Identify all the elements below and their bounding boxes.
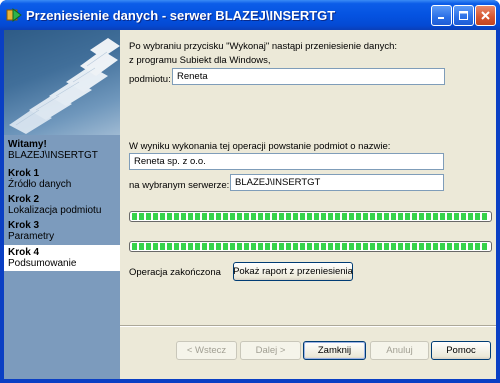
step-subtitle: BLAZEJ\INSERTGT — [8, 150, 98, 161]
title-bar[interactable]: Przeniesienie danych - serwer BLAZEJ\INS… — [0, 0, 500, 30]
status-text: Operacja zakończona — [129, 267, 221, 278]
new-subject-name-field[interactable]: Reneta sp. z o.o. — [129, 153, 444, 170]
step-subtitle: Źródło danych — [8, 179, 72, 190]
step-3: Krok 3 Parametry — [4, 220, 120, 244]
wizard-steps: Witamy! BLAZEJ\INSERTGT Krok 1 Źródło da… — [4, 135, 120, 379]
step-subtitle: Parametry — [8, 231, 55, 242]
wizard-main-panel: Po wybraniu przycisku "Wykonaj" nastąpi … — [120, 30, 496, 379]
step-welcome: Witamy! BLAZEJ\INSERTGT — [4, 139, 120, 165]
server-label: na wybranym serwerze: — [129, 180, 230, 191]
step-2: Krok 2 Lokalizacja podmiotu — [4, 194, 120, 218]
window-title: Przeniesienie danych - serwer BLAZEJ\INS… — [26, 8, 336, 23]
progress-bar-2 — [129, 241, 492, 252]
progress-fill-1 — [132, 213, 489, 220]
back-button[interactable]: < Wstecz — [176, 341, 237, 360]
step-4-active: Krok 4 Podsumowanie — [4, 245, 120, 271]
step-title: Witamy! — [8, 139, 47, 150]
intro-text-2: z programu Subiekt dla Windows, — [129, 55, 271, 66]
help-button[interactable]: Pomoc — [431, 341, 491, 360]
maximize-icon — [459, 11, 468, 20]
maximize-button[interactable] — [453, 5, 474, 26]
separator — [120, 325, 496, 327]
step-title: Krok 1 — [8, 168, 40, 179]
minimize-icon — [438, 17, 444, 19]
close-window-button[interactable] — [475, 5, 496, 26]
progress-bar-1 — [129, 211, 492, 222]
app-icon — [6, 7, 22, 23]
dialog-window: Przeniesienie danych - serwer BLAZEJ\INS… — [0, 0, 500, 383]
cancel-button[interactable]: Anuluj — [370, 341, 429, 360]
dialog-client-area: Witamy! BLAZEJ\INSERTGT Krok 1 Źródło da… — [4, 30, 496, 379]
close-button[interactable]: Zamknij — [303, 341, 366, 360]
step-1: Krok 1 Źródło danych — [4, 168, 120, 192]
step-subtitle: Lokalizacja podmiotu — [8, 205, 102, 216]
next-button[interactable]: Dalej > — [240, 341, 301, 360]
minimize-button[interactable] — [431, 5, 452, 26]
result-text: W wyniku wykonania tej operacji powstani… — [129, 141, 391, 152]
step-title: Krok 4 — [8, 247, 40, 258]
intro-text-1: Po wybraniu przycisku "Wykonaj" nastąpi … — [129, 41, 398, 52]
subject-label: podmiotu: — [129, 74, 171, 85]
close-icon — [481, 11, 490, 20]
wizard-sidebar: Witamy! BLAZEJ\INSERTGT Krok 1 Źródło da… — [4, 30, 120, 379]
wizard-banner-image — [4, 30, 120, 135]
progress-fill-2 — [132, 243, 489, 250]
step-title: Krok 2 — [8, 194, 40, 205]
step-title: Krok 3 — [8, 220, 40, 231]
documents-illustration-icon — [9, 38, 120, 134]
subject-field[interactable]: Reneta — [172, 68, 445, 85]
step-subtitle: Podsumowanie — [8, 258, 77, 269]
server-field[interactable]: BLAZEJ\INSERTGT — [230, 174, 444, 191]
show-report-button[interactable]: Pokaż raport z przeniesienia — [233, 262, 353, 281]
